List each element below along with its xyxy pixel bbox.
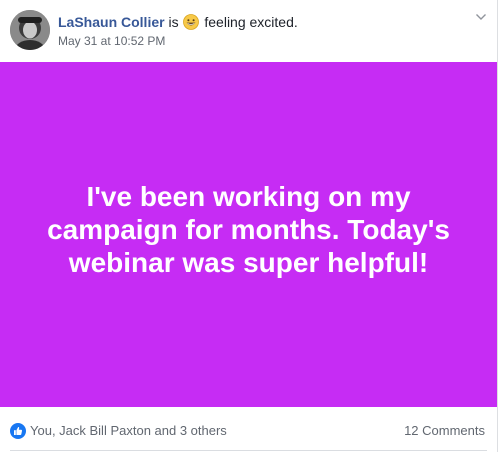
feeling-prefix: is xyxy=(168,14,179,30)
footer-divider xyxy=(10,450,487,451)
post-background: I've been working on my campaign for mon… xyxy=(0,62,497,407)
avatar[interactable] xyxy=(10,10,50,50)
post-footer: You, Jack Bill Paxton and 3 others 12 Co… xyxy=(0,407,497,452)
chevron-down-icon[interactable] xyxy=(474,10,488,24)
comments-count-link[interactable]: 12 Comments xyxy=(404,423,485,439)
like-reaction-icon[interactable] xyxy=(10,423,26,439)
post-timestamp-link[interactable]: May 31 at 10:52 PM xyxy=(58,33,165,49)
post-header: LaShaun Collier is feeling excited. May … xyxy=(0,0,497,62)
feeling-text: feeling excited. xyxy=(204,14,298,30)
grinning-emoji-icon xyxy=(183,14,200,30)
post-text: I've been working on my campaign for mon… xyxy=(47,181,450,278)
author-line: LaShaun Collier is feeling excited. xyxy=(58,13,298,31)
reactions-summary-link[interactable]: You, Jack Bill Paxton and 3 others xyxy=(30,423,227,439)
author-name-link[interactable]: LaShaun Collier xyxy=(58,14,165,30)
post-card: LaShaun Collier is feeling excited. May … xyxy=(0,0,498,452)
